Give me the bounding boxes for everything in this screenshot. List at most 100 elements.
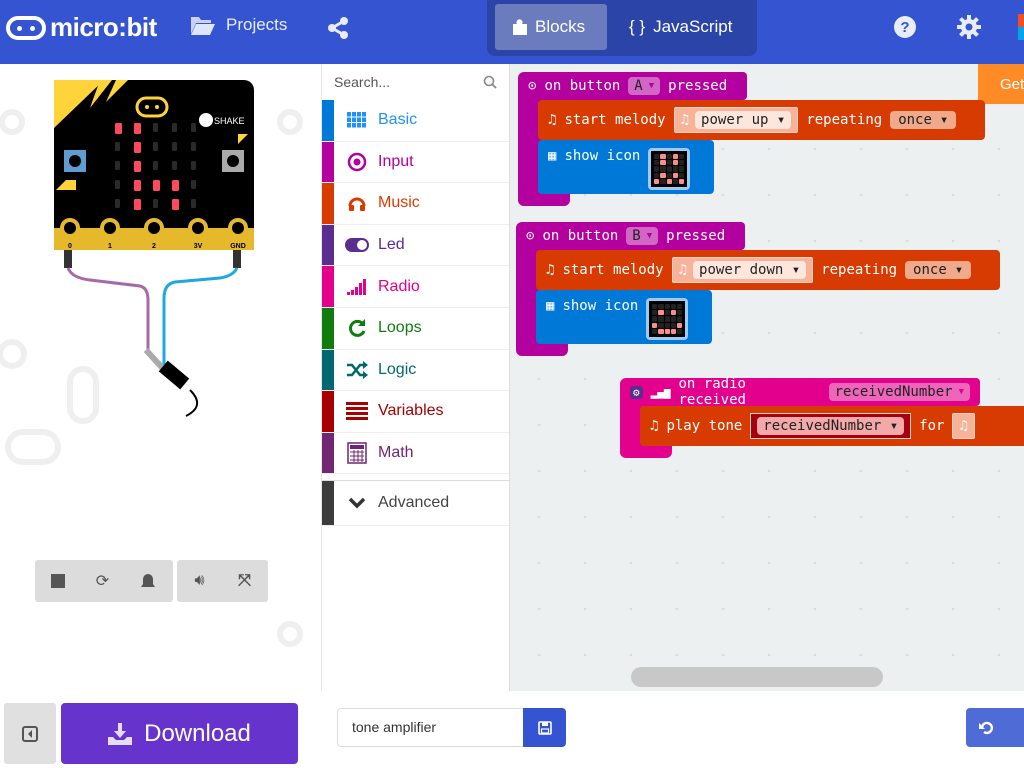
- help-button[interactable]: ?: [893, 15, 917, 44]
- horizontal-scrollbar[interactable]: [631, 667, 883, 687]
- search-input[interactable]: Search...: [334, 74, 390, 90]
- button-b[interactable]: [222, 150, 244, 172]
- button-dropdown[interactable]: B ▼: [626, 227, 659, 245]
- headphones-icon: ♫: [548, 112, 557, 128]
- icon-pixel: [672, 160, 679, 166]
- repeat-label: repeating: [806, 112, 883, 128]
- fullscreen-button[interactable]: ⤧: [222, 560, 267, 602]
- braces-icon: { }: [629, 17, 646, 36]
- icon-pixel: [654, 172, 660, 178]
- restart-button[interactable]: ⟳: [80, 560, 125, 602]
- download-button[interactable]: Download: [61, 703, 298, 764]
- category-input[interactable]: Input: [322, 141, 509, 184]
- lines-icon: [344, 402, 370, 421]
- share-icon: [328, 17, 348, 39]
- variable-dropdown[interactable]: receivedNumber ▼: [828, 383, 970, 401]
- icon-pixel: [664, 316, 670, 322]
- category-music[interactable]: Music: [322, 183, 509, 225]
- icon-pixel: [679, 166, 685, 172]
- get-started-button[interactable]: Get: [978, 64, 1024, 104]
- blocks-label: Blocks: [535, 17, 586, 36]
- repeat-label: repeating: [821, 262, 898, 278]
- melody-reporter[interactable]: ♫ power up ▾: [673, 107, 799, 133]
- save-button[interactable]: [523, 708, 566, 747]
- repeat-dropdown[interactable]: once ▾: [890, 111, 957, 129]
- led: [134, 123, 141, 134]
- headphones-icon: ♫: [678, 262, 688, 278]
- toggle-icon: [344, 238, 370, 253]
- pin-3v-label: 3V: [194, 243, 203, 250]
- headphone-jack: [143, 347, 198, 417]
- melody-label: start melody: [564, 112, 666, 128]
- headphones-icon: ♫: [680, 112, 690, 128]
- icon-pixel: [670, 304, 677, 310]
- on-button-a-block[interactable]: ⊙ on button A ▼ pressed ♫ start melody ♫ p…: [518, 72, 985, 206]
- speaker-icon: 🔊︎: [194, 572, 205, 589]
- category-basic[interactable]: Basic: [322, 100, 509, 142]
- dropdown-value: B: [632, 228, 641, 244]
- category-math[interactable]: Math: [322, 432, 509, 475]
- category-logic[interactable]: Logic: [322, 349, 509, 392]
- on-radio-received-block[interactable]: ⚙ ▂▄▆ on radio received receivedNumber ▼ …: [620, 376, 1024, 458]
- shake-button[interactable]: [199, 113, 213, 127]
- category-loops[interactable]: Loops: [322, 307, 509, 350]
- projects-label: Projects: [226, 15, 288, 34]
- repeat-dropdown[interactable]: once ▾: [905, 261, 972, 279]
- mute-button[interactable]: 🔊︎: [177, 560, 222, 602]
- beat-reporter[interactable]: ♫: [952, 413, 975, 439]
- icon-pixel: [658, 322, 664, 328]
- category-led[interactable]: Led: [322, 224, 509, 267]
- melody-dropdown[interactable]: power up ▾: [695, 111, 792, 129]
- led: [153, 161, 158, 170]
- icon-pixel: [677, 328, 683, 334]
- show-icon-block[interactable]: ▦ show icon: [536, 290, 712, 344]
- icon-pixel: [679, 154, 685, 160]
- icon-picker[interactable]: [648, 148, 691, 190]
- category-radio[interactable]: Radio: [322, 266, 509, 308]
- blocks-workspace[interactable]: Get ⊙ on button A ▼ pressed ♫ start melod…: [510, 64, 1024, 691]
- on-button-b-block[interactable]: ⊙ on button B ▼ pressed ♫ start melody ♫ p…: [516, 222, 1000, 356]
- toolbox-search[interactable]: Search...: [322, 64, 509, 100]
- gear-icon[interactable]: ⚙: [630, 385, 643, 399]
- event-header: ⊙ on button A ▼ pressed: [518, 72, 747, 100]
- headphones-icon: ♫: [959, 418, 968, 434]
- blocks-tab[interactable]: Blocks: [495, 4, 607, 50]
- simulator-panel: SHAKE 0 1 2 3V GND ⟳ 🔊︎ ⤧: [0, 64, 321, 691]
- undo-button[interactable]: [966, 708, 1024, 747]
- play-tone-block[interactable]: ♫ play tone receivedNumber ▾ for ♫: [640, 406, 1024, 446]
- projects-button[interactable]: Projects: [190, 14, 287, 36]
- collapse-simulator-button[interactable]: [4, 703, 56, 764]
- chevron-down-icon: [344, 497, 370, 509]
- led: [115, 142, 120, 151]
- led: [153, 142, 158, 151]
- button-dropdown[interactable]: A ▼: [628, 77, 661, 95]
- project-name-input[interactable]: tone amplifier: [337, 708, 524, 747]
- category-variables[interactable]: Variables: [322, 391, 509, 433]
- hat-label: on button: [544, 78, 621, 94]
- microbit-logo[interactable]: micro:bit: [6, 12, 157, 43]
- melody-reporter[interactable]: ♫ power down ▾: [671, 257, 814, 283]
- show-icon-block[interactable]: ▦ show icon: [538, 140, 714, 194]
- show-icon-label: show icon: [562, 298, 639, 314]
- icon-pixel: [652, 328, 658, 334]
- melody-dropdown[interactable]: power down ▾: [693, 261, 807, 279]
- slow-motion-button[interactable]: [125, 560, 170, 602]
- button-a[interactable]: [64, 150, 86, 172]
- stop-button[interactable]: [35, 560, 80, 602]
- dropdown-value: A: [634, 78, 643, 94]
- javascript-tab[interactable]: { } JavaScript: [611, 4, 750, 50]
- category-label: Loops: [378, 319, 422, 337]
- fullscreen-icon: ⤧: [238, 572, 251, 589]
- category-advanced[interactable]: Advanced: [322, 480, 509, 527]
- icon-pixel: [679, 178, 685, 184]
- headphones-icon: [344, 193, 370, 213]
- start-melody-block[interactable]: ♫ start melody ♫ power down ▾ repeating o…: [536, 250, 1000, 290]
- top-bar: micro:bit Projects Blocks { } JavaScript…: [0, 0, 1024, 64]
- undo-icon: [979, 721, 994, 734]
- icon-picker[interactable]: [646, 298, 689, 340]
- variable-reporter[interactable]: receivedNumber ▾: [750, 413, 912, 439]
- settings-button[interactable]: [956, 14, 982, 45]
- start-melody-block[interactable]: ♫ start melody ♫ power up ▾ repeating onc…: [538, 100, 985, 140]
- dropdown-value: receivedNumber: [834, 384, 953, 400]
- share-button[interactable]: [326, 16, 350, 45]
